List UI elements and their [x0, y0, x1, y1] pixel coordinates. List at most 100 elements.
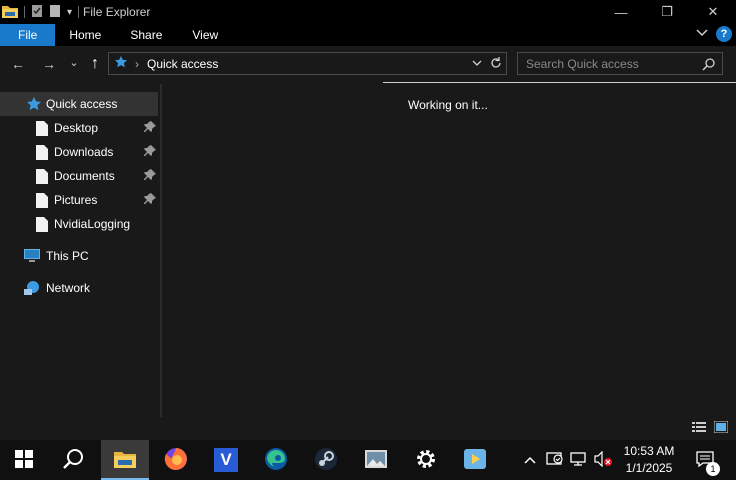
- firefox-icon: [164, 447, 188, 474]
- taskbar-search-button[interactable]: [50, 440, 98, 480]
- taskbar-media-player[interactable]: [451, 440, 499, 480]
- network-status-icon: [570, 451, 588, 470]
- sidebar-item-this-pc[interactable]: This PC: [0, 244, 160, 268]
- document-icon: [34, 168, 50, 184]
- tab-file[interactable]: File: [0, 24, 56, 46]
- navigation-bar: ← → ⌄ ↑ › Quick access: [0, 46, 736, 82]
- progress-line: [383, 82, 736, 83]
- new-folder-icon[interactable]: [49, 4, 61, 21]
- divider: [24, 6, 25, 18]
- taskbar-file-explorer[interactable]: [101, 440, 149, 480]
- sidebar-item-label: This PC: [46, 249, 89, 263]
- refresh-icon[interactable]: [490, 56, 502, 73]
- search-icon[interactable]: [702, 57, 716, 74]
- clock-date: 1/1/2025: [625, 461, 673, 475]
- taskbar-firefox[interactable]: [152, 440, 200, 480]
- search-box[interactable]: [517, 52, 723, 75]
- taskbar-edge[interactable]: [252, 440, 300, 480]
- device-sync-icon: [546, 451, 564, 470]
- navigation-pane: Quick access Desktop Downloads Documents: [0, 92, 160, 417]
- divider: [78, 6, 80, 18]
- up-button[interactable]: ↑: [83, 52, 107, 76]
- quick-access-star-icon: [26, 96, 42, 112]
- taskbar-settings[interactable]: [402, 440, 450, 480]
- large-icons-view-icon[interactable]: [713, 420, 729, 436]
- sidebar-item-documents[interactable]: Documents: [0, 164, 160, 188]
- notification-badge: 1: [706, 461, 720, 476]
- network-icon: [24, 280, 40, 296]
- sidebar-item-pictures[interactable]: Pictures: [0, 188, 160, 212]
- taskbar-steam[interactable]: [302, 440, 350, 480]
- sidebar-item-label: Documents: [54, 169, 115, 183]
- maximize-button[interactable]: ❐: [644, 0, 690, 24]
- search-icon: [63, 448, 85, 473]
- pin-icon[interactable]: [144, 169, 156, 184]
- sidebar-item-label: Pictures: [54, 193, 98, 207]
- tab-view[interactable]: View: [177, 24, 233, 46]
- forward-button[interactable]: →: [37, 52, 61, 76]
- tray-network-button[interactable]: [568, 440, 590, 480]
- file-list-area[interactable]: Working on it...: [162, 84, 736, 417]
- start-button[interactable]: [0, 440, 48, 480]
- taskbar: V 10:53 AM 1/1/2025 1: [0, 440, 736, 480]
- back-button[interactable]: ←: [6, 52, 30, 76]
- edge-icon: [264, 447, 288, 474]
- expand-ribbon-chevron-icon[interactable]: [696, 27, 708, 41]
- help-button[interactable]: ?: [716, 26, 732, 42]
- document-icon: [34, 144, 50, 160]
- sidebar-item-network[interactable]: Network: [0, 276, 160, 300]
- title-bar: ▾ File Explorer — ❐ ✕: [0, 0, 736, 24]
- loading-message: Working on it...: [408, 98, 488, 112]
- quick-access-star-icon: [115, 56, 127, 71]
- sidebar-item-quick-access[interactable]: Quick access: [0, 92, 158, 116]
- document-icon: [34, 192, 50, 208]
- status-bar: [0, 417, 736, 440]
- show-hidden-icons-button[interactable]: [520, 440, 540, 480]
- sidebar-item-label: Desktop: [54, 121, 99, 135]
- sidebar-item-downloads[interactable]: Downloads: [0, 140, 160, 164]
- chevron-up-icon: [524, 453, 536, 467]
- notification-icon: 1: [696, 450, 720, 476]
- pin-icon[interactable]: [144, 145, 156, 160]
- action-center-button[interactable]: 1: [690, 440, 720, 480]
- sidebar-item-label: Network: [46, 281, 91, 295]
- settings-icon: [415, 448, 437, 473]
- breadcrumb[interactable]: Quick access: [147, 57, 218, 71]
- sidebar-item-label: NvidiaLogging: [54, 217, 131, 231]
- search-input[interactable]: [526, 56, 696, 71]
- sidebar-item-desktop[interactable]: Desktop: [0, 116, 160, 140]
- breadcrumb-separator[interactable]: ›: [135, 57, 139, 71]
- tray-volume-button[interactable]: [592, 440, 614, 480]
- address-bar[interactable]: › Quick access: [108, 52, 507, 75]
- address-dropdown-chevron-icon[interactable]: [472, 56, 482, 73]
- close-button[interactable]: ✕: [690, 0, 736, 24]
- document-icon: [34, 120, 50, 136]
- tab-share[interactable]: Share: [115, 24, 177, 46]
- document-icon: [34, 216, 50, 232]
- image-app-icon: [364, 448, 388, 473]
- media-player-icon: [464, 448, 486, 472]
- clock-time: 10:53 AM: [623, 444, 675, 458]
- steam-icon: [314, 447, 338, 474]
- v-app-icon: V: [214, 448, 238, 472]
- taskbar-clock[interactable]: 10:53 AM 1/1/2025: [616, 443, 682, 477]
- sidebar-item-label: Downloads: [54, 145, 114, 159]
- window-title: File Explorer: [83, 5, 151, 19]
- pin-icon[interactable]: [144, 193, 156, 208]
- customize-toolbar-chevron-icon[interactable]: ▾: [67, 7, 72, 18]
- tab-home[interactable]: Home: [55, 24, 115, 46]
- sidebar-item-nvidialogging[interactable]: NvidiaLogging: [0, 212, 160, 236]
- pin-icon[interactable]: [144, 121, 156, 136]
- sidebar-item-label: Quick access: [46, 97, 118, 111]
- properties-icon[interactable]: [31, 4, 43, 21]
- computer-icon: [24, 248, 40, 264]
- taskbar-image-app[interactable]: [352, 440, 400, 480]
- folder-icon: [2, 4, 18, 21]
- details-view-icon[interactable]: [692, 421, 706, 436]
- volume-muted-icon: [594, 450, 612, 470]
- windows-logo-icon: [15, 449, 33, 471]
- tray-device-icon[interactable]: [544, 440, 566, 480]
- taskbar-v-app[interactable]: V: [202, 440, 250, 480]
- ribbon-tabs: File Home Share View ?: [0, 24, 736, 46]
- minimize-button[interactable]: —: [598, 0, 644, 24]
